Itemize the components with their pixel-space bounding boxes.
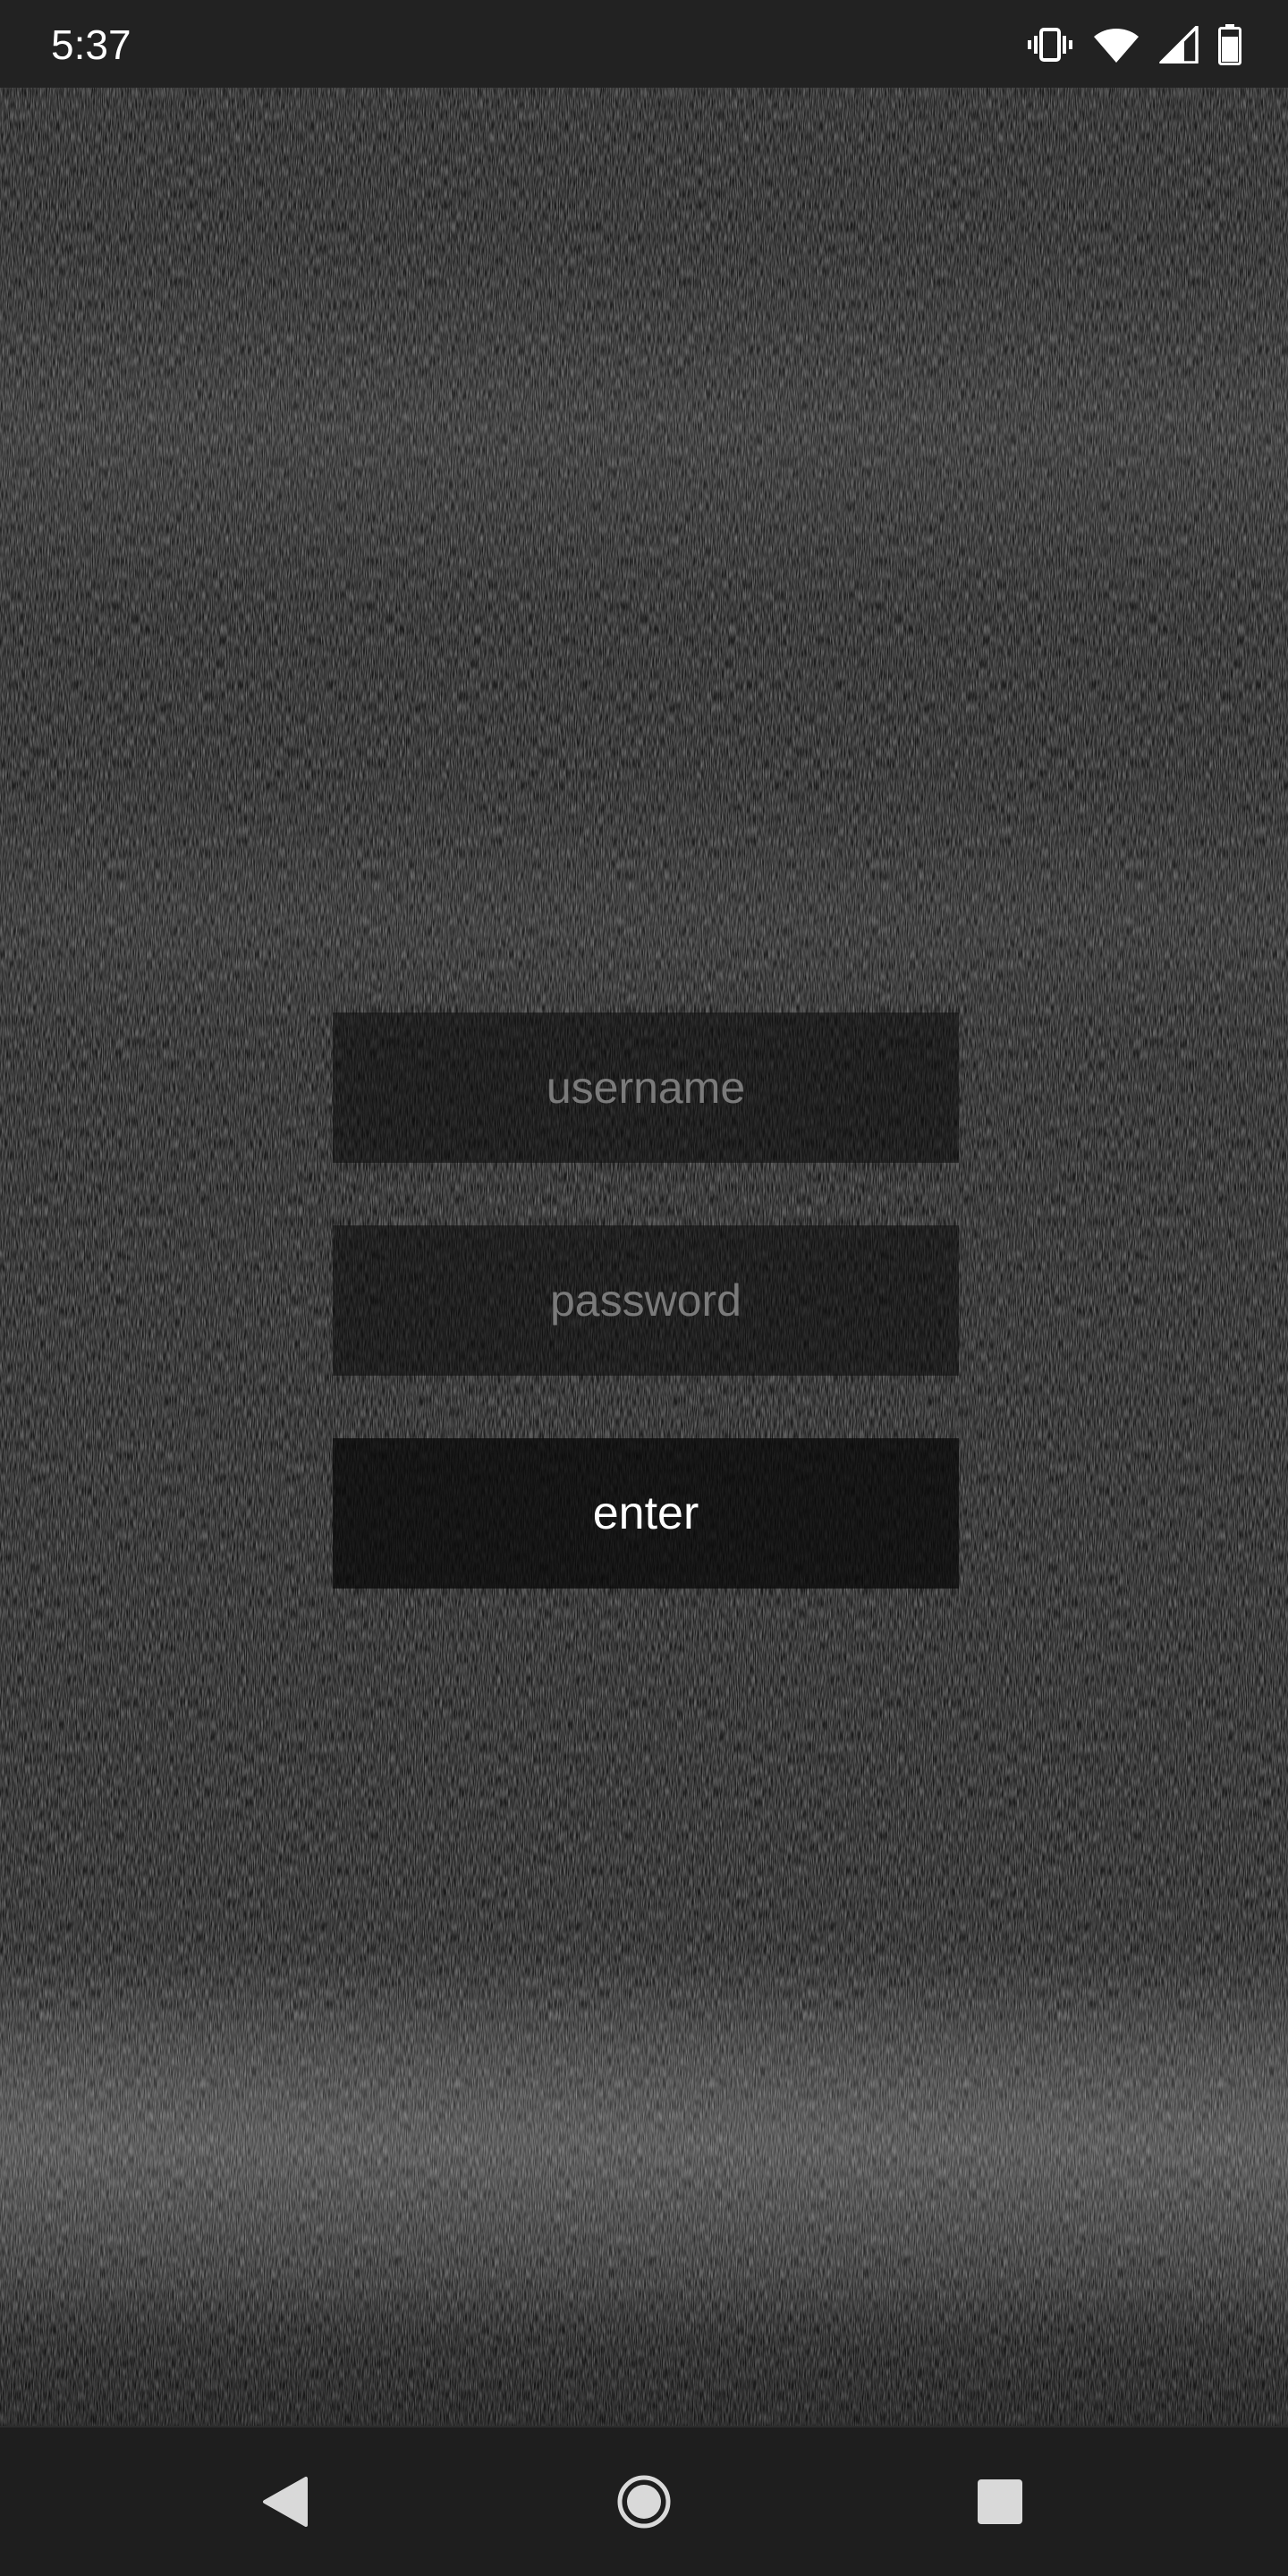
status-time: 5:37 bbox=[51, 21, 131, 68]
recents-button[interactable] bbox=[960, 2462, 1040, 2542]
back-button[interactable] bbox=[244, 2462, 325, 2542]
login-form: enter bbox=[333, 1013, 959, 1589]
home-icon bbox=[617, 2475, 671, 2529]
password-input[interactable] bbox=[333, 1225, 959, 1376]
wifi-icon bbox=[1093, 26, 1140, 64]
cell-signal-icon bbox=[1159, 26, 1199, 64]
status-bar: 5:37 bbox=[0, 0, 1288, 88]
home-button[interactable] bbox=[604, 2462, 684, 2542]
vibrate-icon bbox=[1027, 27, 1073, 63]
status-icons bbox=[1027, 20, 1241, 70]
navigation-bar bbox=[0, 2426, 1288, 2576]
username-input[interactable] bbox=[333, 1013, 959, 1163]
back-icon bbox=[263, 2477, 308, 2527]
login-screen: 5:37 username enter bbox=[0, 0, 1288, 2576]
battery-icon bbox=[1218, 24, 1241, 65]
recents-icon bbox=[978, 2479, 1022, 2524]
enter-button[interactable]: enter bbox=[333, 1438, 959, 1589]
